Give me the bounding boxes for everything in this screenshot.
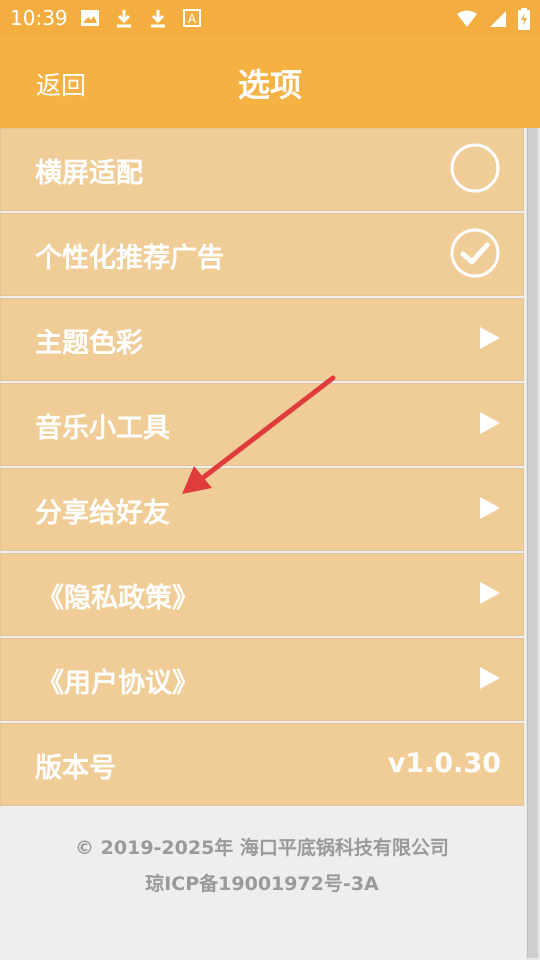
option-theme-color[interactable]: 主题色彩 [0,298,524,381]
image-notification-icon [81,10,99,26]
svg-text:A: A [188,12,197,26]
icp-text: 琼ICP备19001972号-3A [145,873,379,895]
option-music-widget[interactable]: 音乐小工具 [0,383,524,466]
option-label: 《用户协议》 [37,668,199,699]
option-landscape-adapt[interactable]: 横屏适配 [0,128,524,211]
status-bar: 10:39 A [0,0,540,36]
options-list: 横屏适配 个性化推荐广告 主题色彩 音乐小工具 分享给好友 《隐私政策》 《用户… [0,128,524,808]
option-label: 分享给好友 [35,498,170,529]
text-notification-icon: A [183,9,201,27]
chevron-right-icon [479,581,501,609]
scrollbar-thumb[interactable] [527,128,538,958]
option-version: 版本号 v1.0.30 [0,723,524,806]
chevron-right-icon [479,666,501,694]
download-notification-icon [117,10,131,28]
version-value: v1.0.30 [387,748,501,779]
chevron-right-icon [479,411,501,439]
footer: © 2019-2025年 海口平底锅科技有限公司 琼ICP备19001972号-… [0,830,524,902]
notification-icons: A [80,8,202,28]
chevron-right-icon [479,496,501,524]
signal-icon [490,11,506,27]
unchecked-circle-icon[interactable] [449,142,501,198]
checked-circle-icon[interactable] [449,227,501,283]
option-label: 个性化推荐广告 [35,243,224,274]
app-bar: 返回 选项 [0,36,540,128]
option-label: 横屏适配 [35,158,143,189]
option-user-agreement[interactable]: 《用户协议》 [0,638,524,721]
battery-icon [518,8,530,30]
wifi-icon [457,10,477,27]
option-label: 音乐小工具 [35,413,170,444]
download-notification-icon-2 [151,10,165,28]
option-label: 《隐私政策》 [37,583,199,614]
option-personalized-ads[interactable]: 个性化推荐广告 [0,213,524,296]
option-share-friends[interactable]: 分享给好友 [0,468,524,551]
status-time: 10:39 [10,6,68,30]
option-label: 主题色彩 [35,328,143,359]
option-label: 版本号 [35,753,116,784]
page-title: 选项 [237,66,302,104]
copyright-text: © 2019-2025年 海口平底锅科技有限公司 [75,837,449,859]
system-icons [456,8,530,30]
chevron-right-icon [479,326,501,354]
option-privacy-policy[interactable]: 《隐私政策》 [0,553,524,636]
